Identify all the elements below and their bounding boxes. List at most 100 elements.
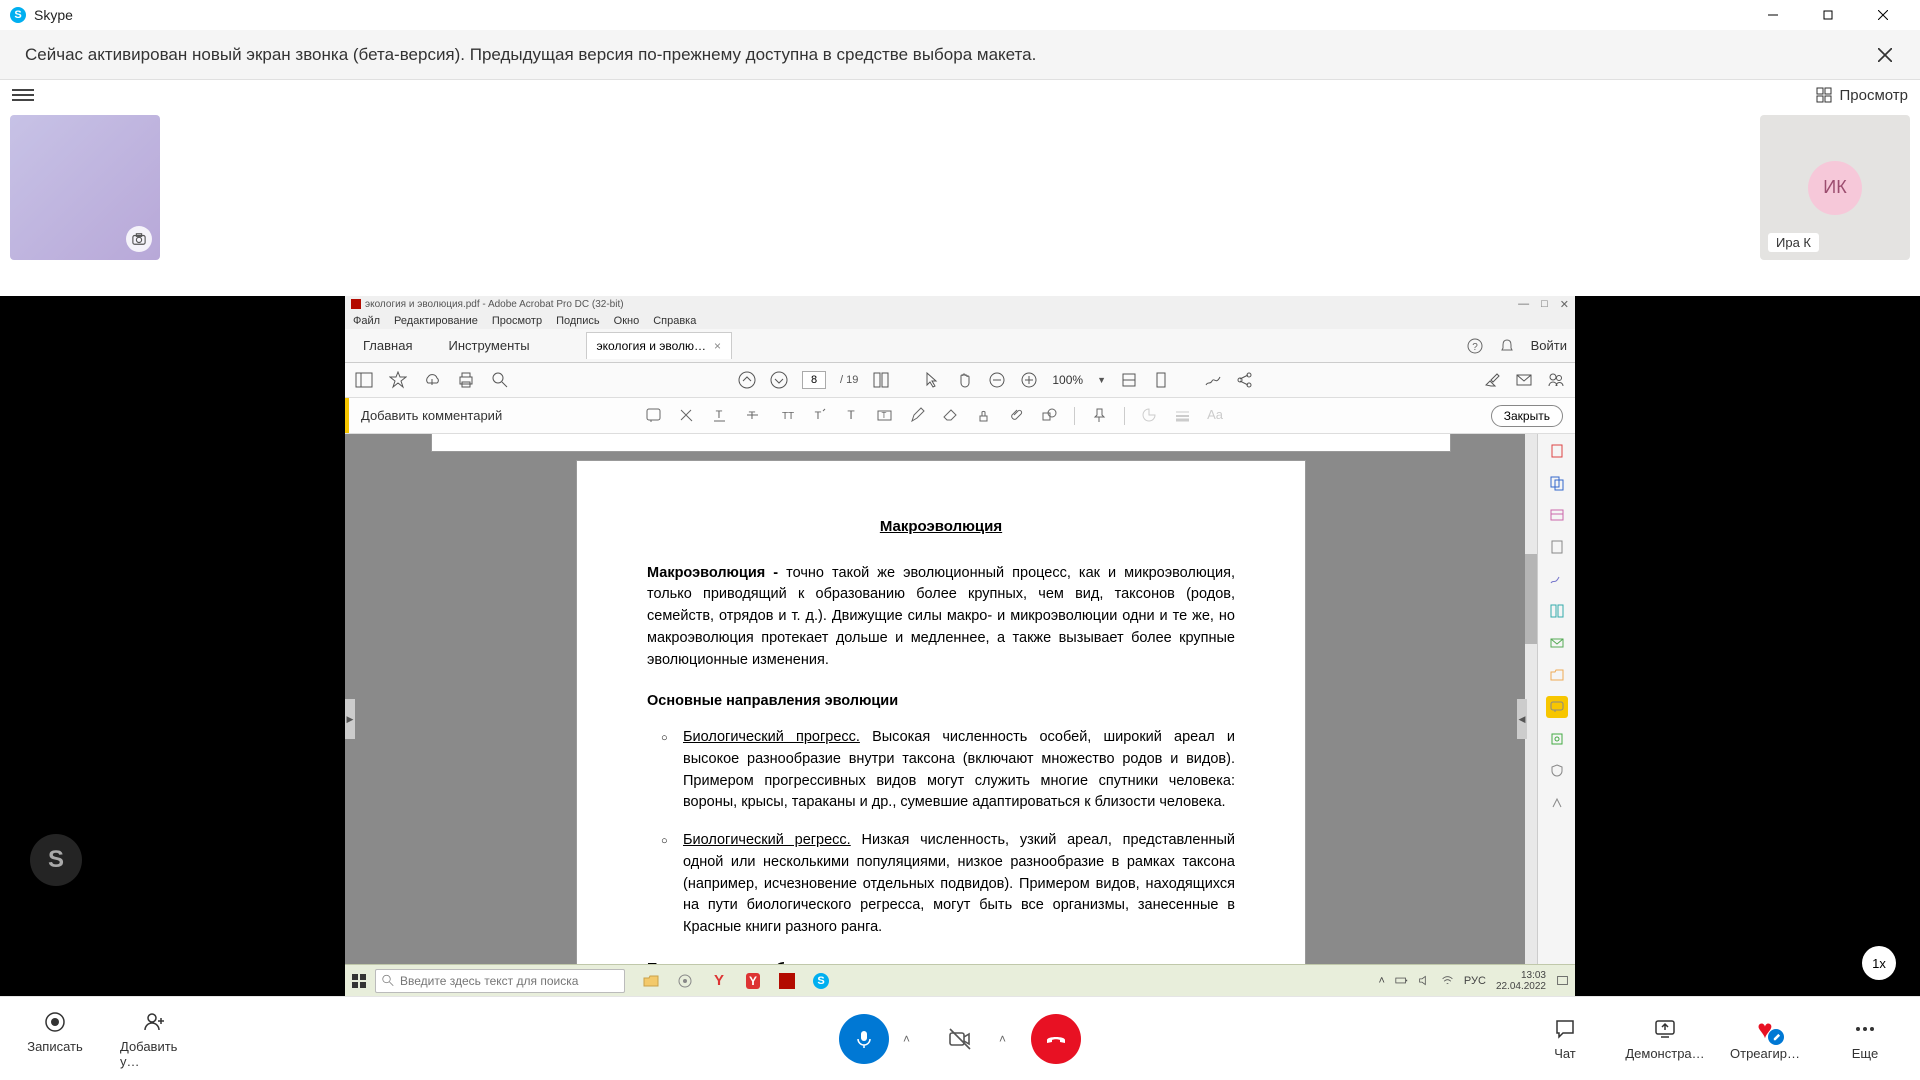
- menu-button[interactable]: [12, 84, 34, 106]
- pencil-icon[interactable]: [909, 407, 926, 424]
- menu-edit[interactable]: Редактирование: [394, 315, 478, 327]
- acrobat-maximize-button[interactable]: □: [1541, 298, 1548, 311]
- rp-combine-icon[interactable]: [1546, 472, 1568, 494]
- taskbar-app-yandex2[interactable]: Y: [739, 969, 767, 993]
- mic-options-button[interactable]: ˄: [903, 1032, 921, 1046]
- login-button[interactable]: Войти: [1531, 338, 1567, 353]
- window-minimize-button[interactable]: [1745, 0, 1800, 30]
- window-close-button[interactable]: [1855, 0, 1910, 30]
- doc-tab-close-button[interactable]: ×: [714, 339, 721, 353]
- taskbar-search[interactable]: [375, 969, 625, 993]
- text-underline-icon[interactable]: T: [711, 407, 728, 424]
- zoom-out-icon[interactable]: [988, 371, 1006, 389]
- bell-icon[interactable]: [1499, 338, 1515, 354]
- menu-sign[interactable]: Подпись: [556, 315, 600, 327]
- menu-file[interactable]: Файл: [353, 315, 380, 327]
- taskbar-search-input[interactable]: [400, 974, 618, 988]
- taskbar-app-skype[interactable]: S: [807, 969, 835, 993]
- zoom-level[interactable]: 100%: [1052, 373, 1083, 387]
- tray-clock[interactable]: 13:03 22.04.2022: [1496, 970, 1546, 992]
- tray-wifi-icon[interactable]: [1441, 974, 1454, 987]
- zoom-in-icon[interactable]: [1020, 371, 1038, 389]
- taskbar-app-yandex[interactable]: Y: [705, 969, 733, 993]
- rp-send-icon[interactable]: [1546, 632, 1568, 654]
- search-icon[interactable]: [491, 371, 509, 389]
- participant-thumbnail[interactable]: ИК Ира К: [1760, 115, 1910, 260]
- right-pane-toggle[interactable]: ◀: [1517, 699, 1527, 739]
- text-replace-icon[interactable]: TT: [777, 407, 794, 424]
- tab-document[interactable]: экология и эволю… ×: [586, 332, 732, 359]
- start-button[interactable]: [351, 973, 367, 989]
- cloud-upload-icon[interactable]: [423, 371, 441, 389]
- share-screen-button[interactable]: Демонстра…: [1630, 1016, 1700, 1061]
- banner-close-button[interactable]: [1875, 45, 1895, 65]
- self-video-thumbnail[interactable]: [10, 115, 160, 260]
- tab-home[interactable]: Главная: [353, 330, 422, 361]
- attachment-icon[interactable]: [1008, 407, 1025, 424]
- tab-tools[interactable]: Инструменты: [438, 330, 539, 361]
- highlight-tool-icon[interactable]: [1483, 371, 1501, 389]
- playback-speed-button[interactable]: 1x: [1862, 946, 1896, 980]
- rp-more-icon[interactable]: [1546, 792, 1568, 814]
- end-call-button[interactable]: [1031, 1014, 1081, 1064]
- acrobat-close-button[interactable]: ✕: [1560, 298, 1569, 311]
- rp-sign-icon[interactable]: [1546, 536, 1568, 558]
- left-pane-toggle[interactable]: ▶: [345, 699, 355, 739]
- snapshot-button[interactable]: [126, 226, 152, 252]
- color-icon[interactable]: [1141, 407, 1158, 424]
- hand-icon[interactable]: [956, 371, 974, 389]
- rp-organize-icon[interactable]: [1546, 600, 1568, 622]
- text-tool-icon[interactable]: T: [843, 407, 860, 424]
- page-down-icon[interactable]: [770, 371, 788, 389]
- taskbar-app-settings[interactable]: [671, 969, 699, 993]
- highlight-icon[interactable]: [678, 407, 695, 424]
- rp-export-icon[interactable]: [1546, 568, 1568, 590]
- text-insert-icon[interactable]: T: [810, 407, 827, 424]
- page-up-icon[interactable]: [738, 371, 756, 389]
- stamp-icon[interactable]: [975, 407, 992, 424]
- fit-width-icon[interactable]: [1120, 371, 1138, 389]
- fit-page-icon[interactable]: [1152, 371, 1170, 389]
- sticky-note-icon[interactable]: [645, 407, 662, 424]
- menu-window[interactable]: Окно: [614, 315, 640, 327]
- tray-volume-icon[interactable]: [1418, 974, 1431, 987]
- people-icon[interactable]: [1547, 371, 1565, 389]
- scrollbar-thumb[interactable]: [1525, 554, 1537, 644]
- help-icon[interactable]: ?: [1467, 338, 1483, 354]
- star-icon[interactable]: [389, 371, 407, 389]
- share-icon[interactable]: [1236, 371, 1254, 389]
- taskbar-app-explorer[interactable]: [637, 969, 665, 993]
- window-maximize-button[interactable]: [1800, 0, 1855, 30]
- shapes-icon[interactable]: [1041, 407, 1058, 424]
- line-weight-icon[interactable]: [1174, 407, 1191, 424]
- rp-scan-icon[interactable]: [1546, 728, 1568, 750]
- page-view-icon[interactable]: [872, 371, 890, 389]
- rp-protect-icon[interactable]: [1546, 760, 1568, 782]
- menu-view[interactable]: Просмотр: [492, 315, 542, 327]
- view-layout-button[interactable]: Просмотр: [1816, 87, 1908, 104]
- mute-button[interactable]: [839, 1014, 889, 1064]
- rp-folder-icon[interactable]: [1546, 664, 1568, 686]
- tray-lang[interactable]: РУС: [1464, 975, 1486, 987]
- close-toolbar-button[interactable]: Закрыть: [1491, 405, 1563, 427]
- eraser-icon[interactable]: [942, 407, 959, 424]
- record-button[interactable]: Записать: [20, 1009, 90, 1069]
- pointer-icon[interactable]: [924, 371, 942, 389]
- mail-icon[interactable]: [1515, 371, 1533, 389]
- rp-comment-icon[interactable]: [1546, 696, 1568, 718]
- page-number-input[interactable]: [802, 371, 826, 389]
- tray-chevron-icon[interactable]: ˄: [1378, 975, 1384, 987]
- chat-button[interactable]: Чат: [1530, 1016, 1600, 1061]
- react-button[interactable]: ♥ Отреагир…: [1730, 1016, 1800, 1061]
- taskbar-app-acrobat[interactable]: [773, 969, 801, 993]
- camera-options-button[interactable]: ˄: [999, 1032, 1017, 1046]
- add-participant-button[interactable]: Добавить у…: [120, 1009, 190, 1069]
- tray-battery-icon[interactable]: [1395, 974, 1408, 987]
- text-strikethrough-icon[interactable]: T: [744, 407, 761, 424]
- sign-icon[interactable]: [1204, 371, 1222, 389]
- sidebar-icon[interactable]: [355, 371, 373, 389]
- print-icon[interactable]: [457, 371, 475, 389]
- pin-icon[interactable]: [1091, 407, 1108, 424]
- acrobat-minimize-button[interactable]: —: [1518, 298, 1529, 311]
- menu-help[interactable]: Справка: [653, 315, 696, 327]
